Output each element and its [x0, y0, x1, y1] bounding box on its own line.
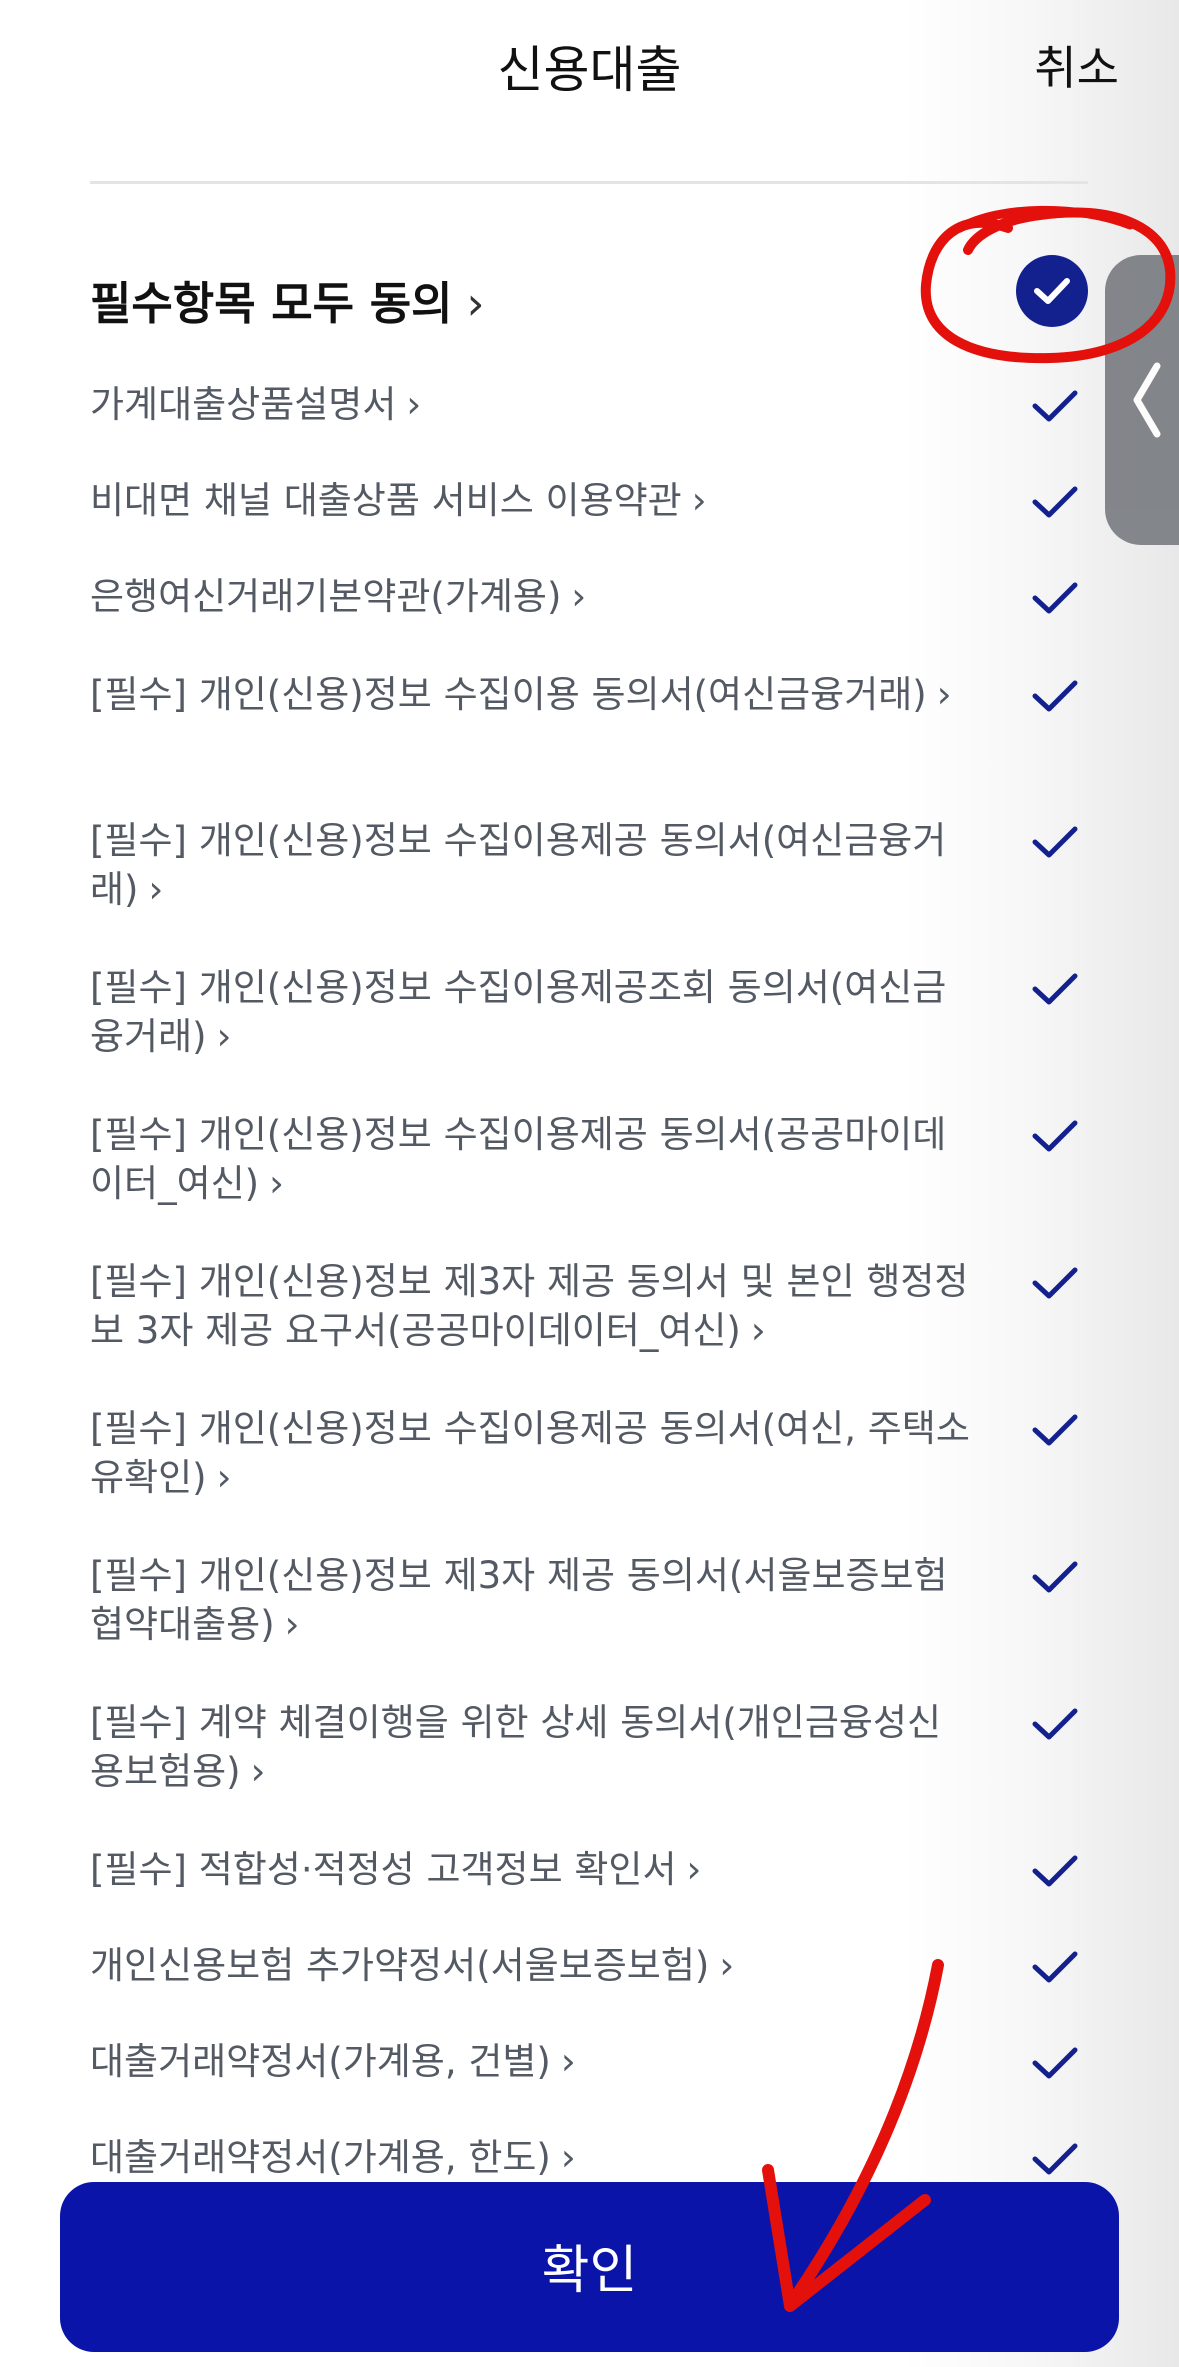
agree-all-label[interactable]: 필수항목 모두 동의 › — [90, 267, 485, 332]
term-label[interactable]: 은행여신거래기본약관(가계용) › — [90, 572, 970, 621]
term-label[interactable]: 대출거래약정서(가계용, 한도) › — [90, 2133, 970, 2182]
term-label[interactable]: 개인신용보험 추가약정서(서울보증보험) › — [90, 1941, 970, 1990]
check-icon[interactable] — [1030, 969, 1080, 1009]
chevron-right-icon: › — [691, 479, 707, 522]
chevron-right-icon: › — [216, 1015, 232, 1058]
check-icon[interactable] — [1030, 2043, 1080, 2083]
chevron-right-icon: › — [560, 2040, 576, 2083]
term-label[interactable]: [필수] 개인(신용)정보 제3자 제공 동의서 및 본인 행정정보 3자 제공… — [90, 1257, 970, 1355]
check-icon[interactable] — [1030, 676, 1080, 716]
annotation-circle-inner — [955, 205, 1135, 233]
chevron-right-icon: › — [560, 2136, 576, 2179]
page-title: 신용대출 — [497, 41, 682, 99]
check-icon[interactable] — [1030, 578, 1080, 618]
check-icon[interactable] — [1030, 1557, 1080, 1597]
check-icon[interactable] — [1030, 1410, 1080, 1450]
chevron-right-icon: › — [216, 1456, 232, 1499]
chevron-right-icon: › — [719, 1944, 735, 1987]
check-icon[interactable] — [1030, 822, 1080, 862]
term-label[interactable]: [필수] 개인(신용)정보 수집이용제공 동의서(여신금융거래) › — [90, 816, 970, 914]
chevron-right-icon: › — [686, 1848, 702, 1891]
check-icon[interactable] — [1030, 2139, 1080, 2179]
check-icon[interactable] — [1030, 1851, 1080, 1891]
chevron-right-icon: › — [284, 1603, 300, 1646]
term-label[interactable]: [필수] 개인(신용)정보 제3자 제공 동의서(서울보증보험 협약대출용) › — [90, 1551, 970, 1649]
chevron-right-icon: › — [750, 1309, 766, 1352]
term-label[interactable]: 대출거래약정서(가계용, 건별) › — [90, 2037, 970, 2086]
cancel-button[interactable]: 취소 — [1034, 32, 1119, 98]
check-icon[interactable] — [1030, 386, 1080, 426]
chevron-right-icon: › — [250, 1750, 266, 1793]
check-circle-icon[interactable] — [1016, 255, 1088, 327]
check-icon[interactable] — [1030, 1704, 1080, 1744]
term-label[interactable]: [필수] 개인(신용)정보 수집이용제공 동의서(여신, 주택소유확인) › — [90, 1404, 970, 1502]
check-icon[interactable] — [1030, 482, 1080, 522]
divider — [90, 181, 1088, 184]
confirm-button[interactable]: 확인 — [60, 2182, 1119, 2352]
chevron-left-icon — [1133, 362, 1161, 438]
term-label[interactable]: [필수] 적합성·적정성 고객정보 확인서 › — [90, 1845, 970, 1894]
agree-all-text: 필수항목 모두 동의 — [90, 277, 453, 330]
term-label[interactable]: [필수] 개인(신용)정보 수집이용제공조회 동의서(여신금융거래) › — [90, 963, 970, 1061]
chevron-right-icon: › — [571, 575, 587, 618]
agree-all-row[interactable]: 필수항목 모두 동의 › — [90, 255, 1090, 335]
term-label[interactable]: 비대면 채널 대출상품 서비스 이용약관 › — [90, 476, 970, 525]
side-panel-handle[interactable] — [1105, 255, 1179, 545]
check-icon[interactable] — [1030, 1263, 1080, 1303]
chevron-right-icon: › — [148, 868, 164, 911]
term-label[interactable]: [필수] 계약 체결이행을 위한 상세 동의서(개인금융성신용보험용) › — [90, 1698, 970, 1796]
chevron-right-icon: › — [269, 1162, 284, 1205]
chevron-right-icon: › — [466, 277, 485, 330]
chevron-right-icon: › — [406, 383, 422, 426]
check-icon[interactable] — [1030, 1116, 1080, 1156]
chevron-right-icon: › — [936, 673, 952, 716]
header: 신용대출 취소 — [0, 0, 1179, 130]
check-icon[interactable] — [1030, 1947, 1080, 1987]
term-label[interactable]: 가계대출상품설명서 › — [90, 380, 970, 429]
term-label[interactable]: [필수] 개인(신용)정보 수집이용제공 동의서(공공마이데이터_여신) › — [90, 1110, 970, 1208]
term-label[interactable]: [필수] 개인(신용)정보 수집이용 동의서(여신금융거래) › — [90, 670, 970, 719]
